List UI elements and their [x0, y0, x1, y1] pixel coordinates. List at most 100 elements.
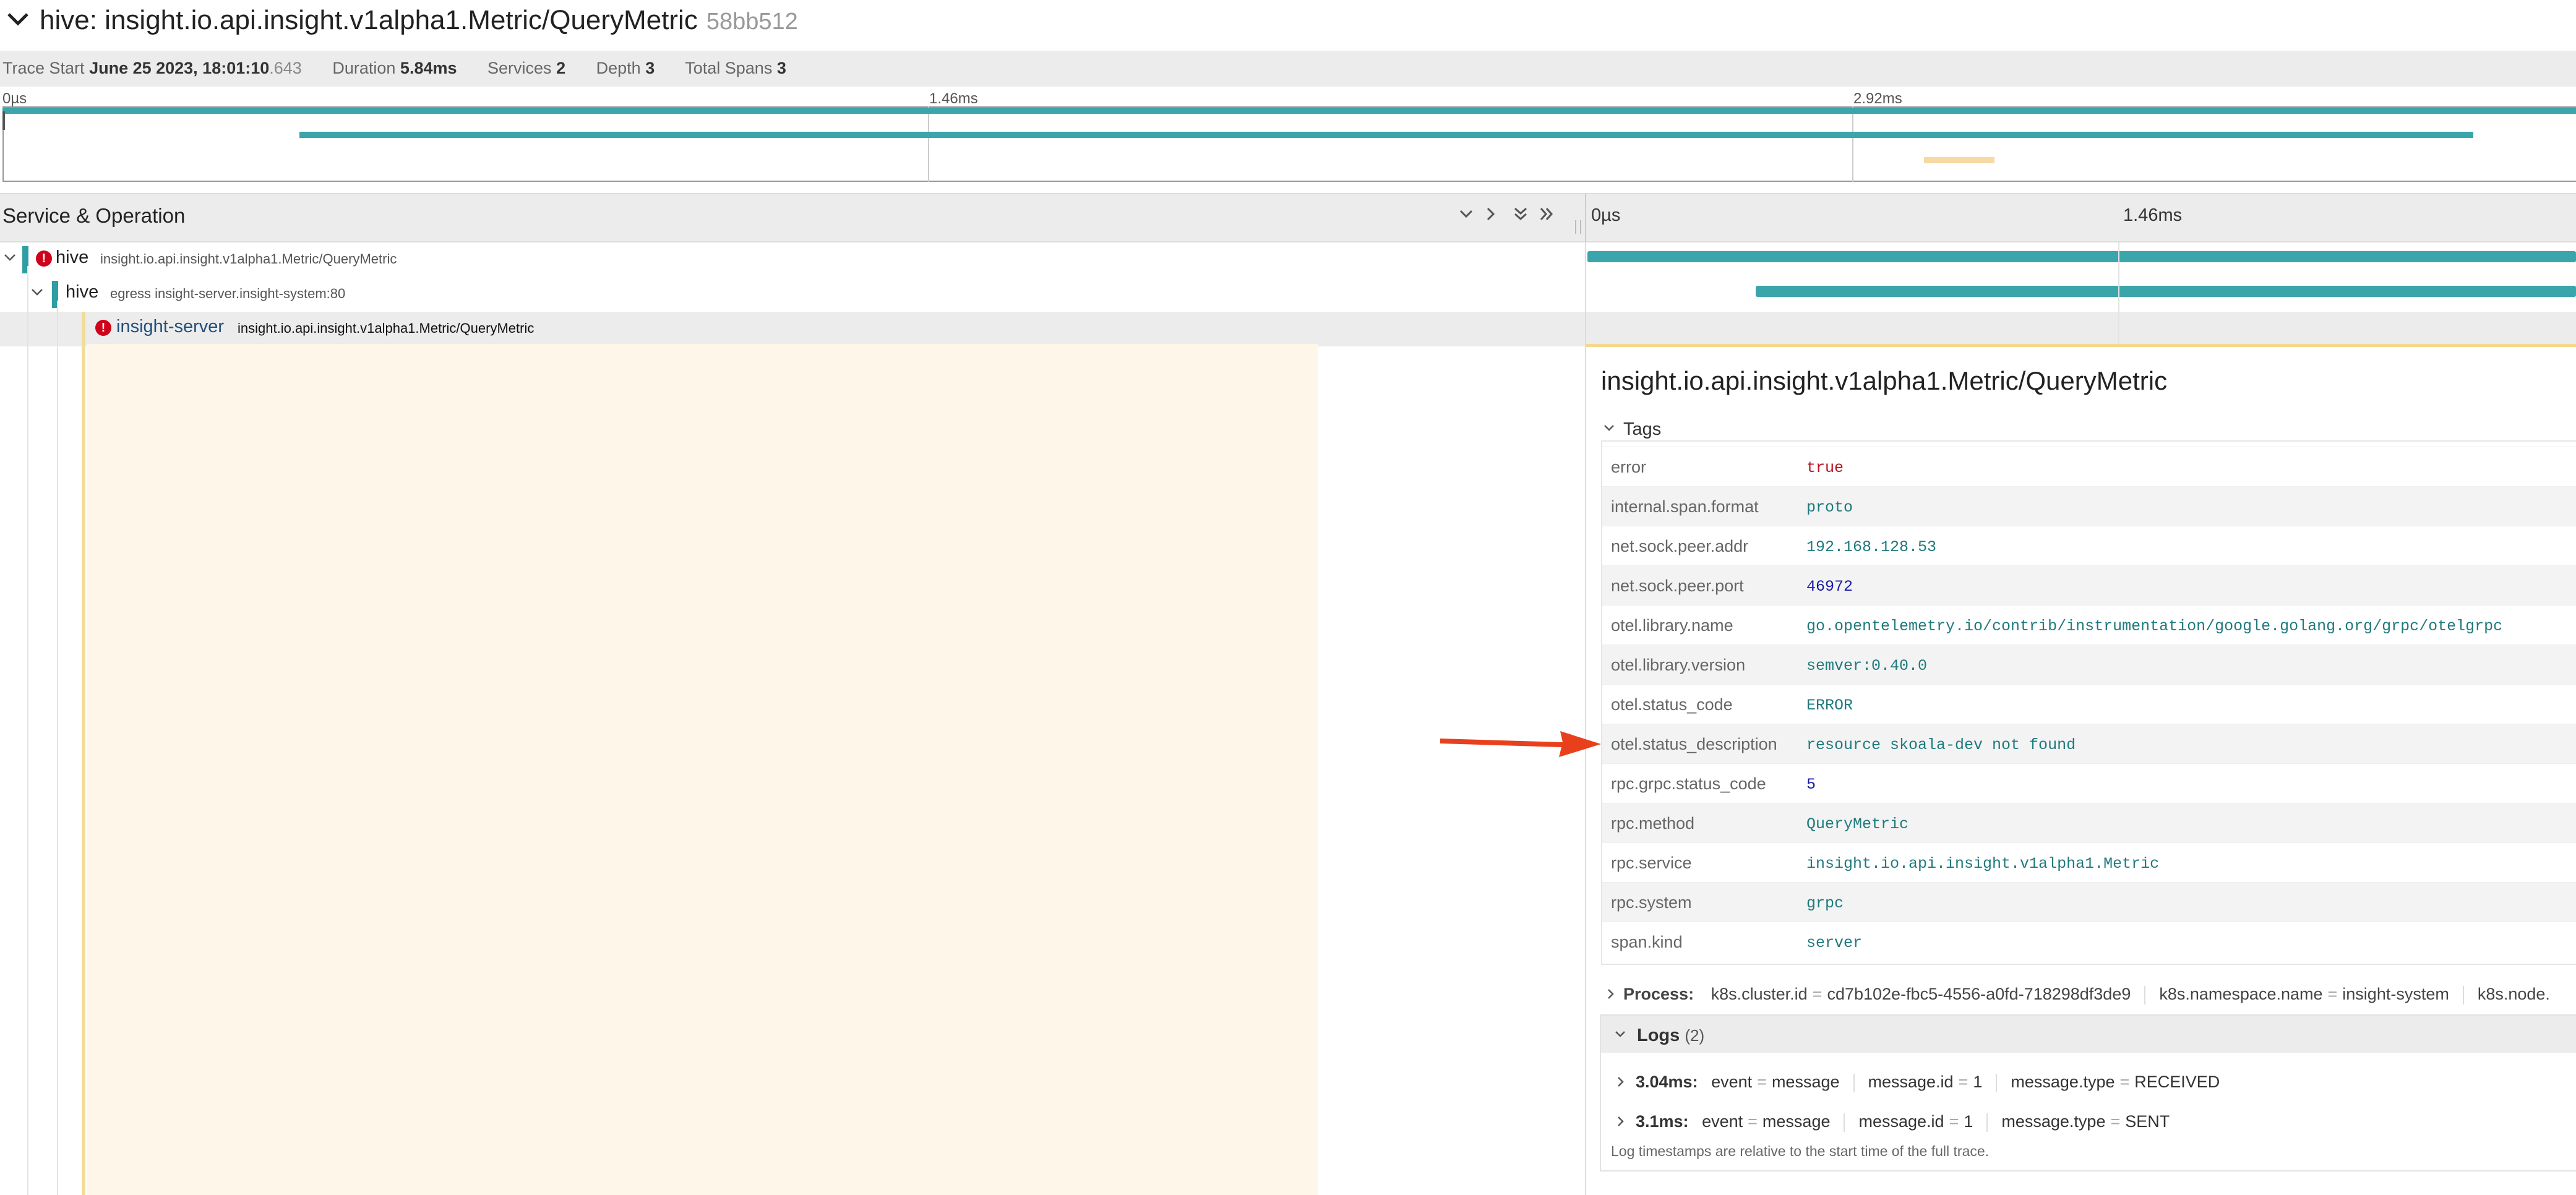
span-service-name: insight-server: [116, 317, 225, 336]
tag-key: span.kind: [1611, 933, 1683, 951]
selected-span-highlight: [87, 344, 1318, 1195]
tag-value: true: [1806, 459, 1844, 477]
tag-value: server: [1806, 934, 1863, 952]
log-event: message: [1762, 1112, 1831, 1131]
tags-section-header[interactable]: [1601, 414, 2576, 442]
error-icon: !: [95, 320, 111, 336]
chevron-right-icon[interactable]: [1607, 988, 1615, 1000]
log-id: 1: [1964, 1112, 1973, 1131]
services-label: Services: [487, 59, 552, 77]
tag-row: [1602, 803, 2576, 842]
tag-row: [1602, 684, 2576, 724]
tag-row: [1602, 565, 2576, 605]
chevron-down-icon[interactable]: [1615, 1030, 1626, 1038]
timeline-gridline: [2118, 242, 2119, 344]
tag-key: rpc.system: [1611, 893, 1692, 912]
span-duration-bar[interactable]: [1756, 286, 2576, 297]
logs-label: Logs: [1637, 1026, 1680, 1045]
collapse-all-icon[interactable]: [1513, 207, 1528, 221]
depth-value: 3: [645, 59, 655, 77]
column-resize-handle[interactable]: [1575, 220, 1581, 234]
timeline-tick-0: 0µs: [1591, 205, 1621, 225]
span-detail-title: insight.io.api.insight.v1alpha1.Metric/Q…: [1601, 366, 2168, 395]
log-event: message: [1771, 1073, 1840, 1091]
trace-start-value: June 25 2023, 18:01:10.643: [89, 59, 302, 77]
log-entry[interactable]: 3.04ms: event = message message.id = 1 message…: [1636, 1073, 2220, 1092]
tag-key: rpc.method: [1611, 814, 1695, 833]
tag-row: [1602, 922, 2576, 961]
tree-guide-line: [57, 301, 58, 1195]
tag-key: internal.span.format: [1611, 497, 1759, 516]
tag-value: resource skoala-dev not found: [1806, 736, 2076, 754]
tag-value: QueryMetric: [1806, 815, 1909, 833]
expand-all-icon[interactable]: [1539, 207, 1554, 221]
trace-meta: Trace Start June 25 2023, 18:01:10.643 D…: [2, 59, 812, 78]
tag-value: proto: [1806, 499, 1853, 516]
timeline-header: [1585, 193, 2576, 242]
timeline-tick-1: 1.46ms: [2123, 205, 2183, 225]
tag-key: otel.status_code: [1611, 695, 1733, 714]
tag-row: [1602, 645, 2576, 684]
tag-key: rpc.grpc.status_code: [1611, 774, 1766, 793]
tag-value: insight.io.api.insight.v1alpha1.Metric: [1806, 855, 2160, 873]
trace-minimap[interactable]: [2, 106, 2576, 182]
logs-note: Log timestamps are relative to the start…: [1611, 1143, 1990, 1159]
tag-value: 5: [1806, 776, 1816, 794]
tag-key: net.sock.peer.port: [1611, 576, 1744, 595]
span-duration-bar[interactable]: [1587, 251, 2576, 262]
trace-start-date: June 25 2023, 18:01:10: [89, 59, 270, 77]
tag-value: semver:0.40.0: [1806, 657, 1928, 675]
service-operation-title: Service & Operation: [2, 204, 186, 227]
chevron-right-icon[interactable]: [1617, 1076, 1625, 1087]
tag-row: [1602, 447, 2576, 486]
process-summary: Process: k8s.cluster.id = cd7b102e-fbc5-45…: [1623, 985, 2550, 1004]
chevron-down-icon[interactable]: [1604, 424, 1615, 432]
tag-key: otel.status_description: [1611, 735, 1777, 753]
log-id: 1: [1973, 1073, 1983, 1091]
chevron-right-icon[interactable]: [1617, 1116, 1625, 1127]
minimap-gridline: [1852, 106, 1853, 182]
span-timeline-row[interactable]: [1585, 312, 2576, 346]
minimap-gridline: [928, 106, 929, 182]
span-service-name: hive: [56, 247, 89, 267]
tag-key: error: [1611, 458, 1647, 476]
logs-header[interactable]: [1601, 1016, 2576, 1053]
span-operation-name: insight.io.api.insight.v1alpha1.Metric/Q…: [100, 251, 397, 267]
tag-value: 192.168.128.53: [1806, 538, 1937, 556]
process-key: k8s.node.: [2477, 985, 2550, 1003]
span-operation-name: egress insight-server.insight-system:80: [110, 286, 346, 301]
tag-row: [1602, 882, 2576, 922]
minimap-tick-2: 2.92ms: [1853, 90, 1902, 107]
span-service-name: hive: [66, 282, 99, 302]
tag-value: ERROR: [1806, 696, 1853, 714]
process-value: cd7b102e-fbc5-4556-a0fd-718298df3de9: [1827, 985, 2131, 1003]
error-icon: !: [36, 251, 52, 267]
collapse-chevron-icon[interactable]: [6, 11, 30, 27]
expand-one-icon[interactable]: [1486, 207, 1496, 221]
minimap-handle[interactable]: [2, 111, 5, 130]
span-operation-name: insight.io.api.insight.v1alpha1.Metric/Q…: [238, 320, 535, 336]
process-value: insight-system: [2342, 985, 2449, 1003]
process-key: k8s.cluster.id: [1711, 985, 1808, 1003]
logs-title: Logs (2): [1637, 1026, 1704, 1046]
log-type: SENT: [2125, 1112, 2170, 1131]
trace-title: hive: insight.io.api.insight.v1alpha1.Me…: [40, 5, 798, 36]
trace-id: 58bb512: [706, 9, 798, 35]
depth-label: Depth: [596, 59, 641, 77]
minimap-tick-1: 1.46ms: [929, 90, 978, 107]
total-spans-value: 3: [776, 59, 786, 77]
selected-span-indent: [82, 319, 85, 1195]
process-key: k8s.namespace.name: [2159, 985, 2323, 1003]
minimap-span-bar: [1924, 157, 1994, 163]
tag-key: otel.library.name: [1611, 616, 1733, 635]
log-time: 3.1ms:: [1636, 1112, 1689, 1131]
tags-label: Tags: [1623, 419, 1662, 439]
services-value: 2: [556, 59, 566, 77]
chevron-down-icon[interactable]: [4, 254, 16, 262]
trace-start-ms: .643: [269, 59, 302, 77]
chevron-down-icon[interactable]: [31, 288, 43, 297]
tag-value: 46972: [1806, 578, 1853, 596]
collapse-one-icon[interactable]: [1459, 209, 1474, 219]
log-entry[interactable]: 3.1ms: event = message message.id = 1 message.…: [1636, 1112, 2170, 1132]
minimap-span-bar: [2, 108, 2576, 114]
